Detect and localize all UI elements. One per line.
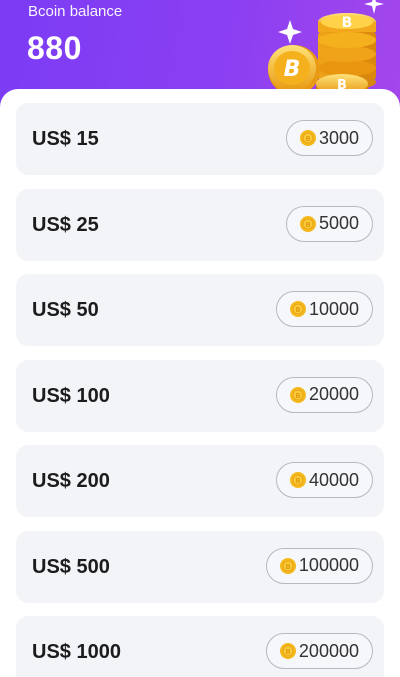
package-card[interactable]: US$ 1000 B 200000 xyxy=(16,616,384,677)
svg-text:B: B xyxy=(284,57,301,82)
package-price: US$ 200 xyxy=(32,470,110,492)
package-list: US$ 15 B 3000 US$ 25 B 5000 US$ 50 B 100… xyxy=(16,103,384,677)
bcoin-icon: B xyxy=(279,643,296,659)
bcoin-icon: B xyxy=(289,472,306,488)
package-coins: 40000 xyxy=(308,469,359,490)
package-price: US$ 50 xyxy=(32,299,99,321)
balance-value: 880 xyxy=(27,30,82,66)
bcoin-icon: B xyxy=(299,130,316,146)
svg-text:B: B xyxy=(295,306,300,314)
bcoin-icon: B xyxy=(289,386,306,403)
package-price: US$ 500 xyxy=(32,555,110,578)
svg-text:B: B xyxy=(305,135,310,143)
balance-header: Bcoin balance 880 B B B xyxy=(0,0,400,100)
package-coins: 20000 xyxy=(308,384,359,404)
balance-label: Bcoin balance xyxy=(28,3,123,20)
bcoin-icon: B xyxy=(299,215,316,232)
package-price: US$ 15 xyxy=(32,128,99,150)
package-coins: 200000 xyxy=(298,640,359,661)
svg-text:B: B xyxy=(342,15,353,31)
package-price: US$ 1000 xyxy=(32,641,121,663)
package-price: US$ 25 xyxy=(32,213,99,236)
package-coins: 100000 xyxy=(298,555,359,575)
package-coins-button[interactable]: B 3000 xyxy=(285,120,373,156)
package-card[interactable]: US$ 15 B 3000 xyxy=(16,103,384,175)
package-card[interactable]: US$ 100 B 20000 xyxy=(16,359,384,432)
package-card[interactable]: US$ 50 B 10000 xyxy=(16,274,384,346)
package-card[interactable]: US$ 500 B 100000 xyxy=(16,530,384,603)
package-coins: 3000 xyxy=(318,127,359,148)
svg-text:B: B xyxy=(305,220,310,228)
recharge-page: Bcoin balance 880 B B B US$ 15 B 3000 US… xyxy=(0,0,400,677)
package-coins: 5000 xyxy=(318,213,359,233)
package-coins: 10000 xyxy=(308,298,359,319)
package-coins-button[interactable]: B 200000 xyxy=(265,633,373,669)
svg-text:B: B xyxy=(295,477,300,485)
package-coins-button[interactable]: B 5000 xyxy=(285,205,373,242)
package-coins-button[interactable]: B 100000 xyxy=(265,547,373,584)
bcoin-icon: B xyxy=(279,557,296,574)
svg-text:B: B xyxy=(285,648,290,656)
coin-stack-icon: B B B xyxy=(268,0,384,98)
package-price: US$ 100 xyxy=(32,384,110,407)
package-coins-button[interactable]: B 20000 xyxy=(275,376,373,413)
package-coins-button[interactable]: B 40000 xyxy=(275,462,373,498)
svg-text:B: B xyxy=(285,562,290,570)
package-card[interactable]: US$ 25 B 5000 xyxy=(16,188,384,261)
package-coins-button[interactable]: B 10000 xyxy=(275,291,373,327)
bcoin-icon: B xyxy=(289,301,306,317)
package-card[interactable]: US$ 200 B 40000 xyxy=(16,445,384,517)
svg-text:B: B xyxy=(295,391,300,399)
